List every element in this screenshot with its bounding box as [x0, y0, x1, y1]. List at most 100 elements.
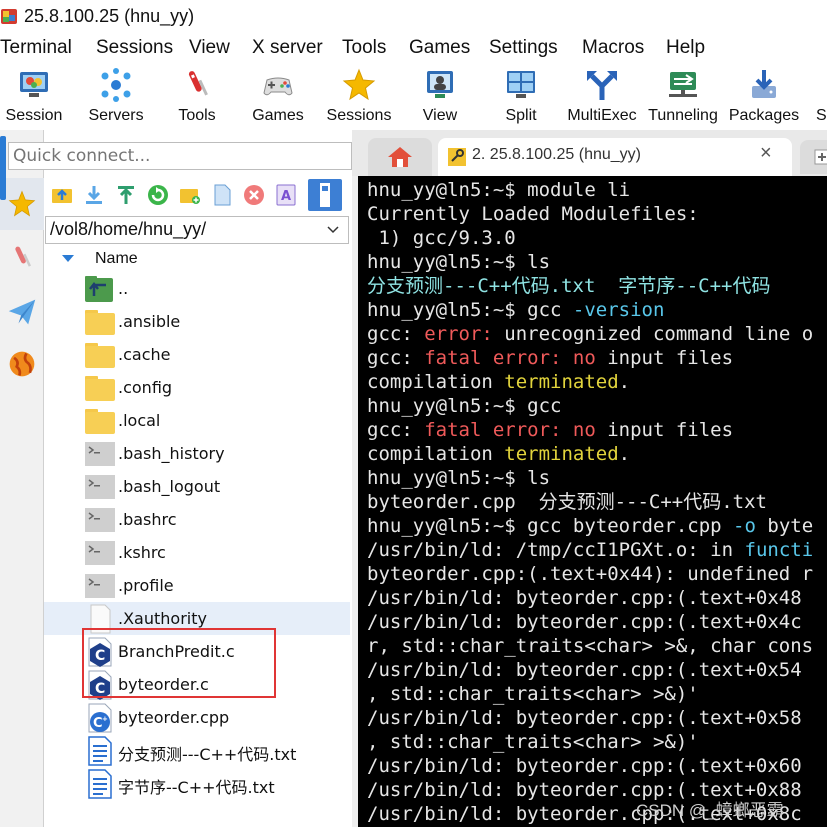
terminal-text-segment: hnu_yy@ln5:~$ gcc [367, 299, 573, 321]
file-row[interactable]: .local [44, 404, 350, 437]
terminal-text-segment: . [618, 443, 631, 465]
new-file-button[interactable] [210, 182, 234, 208]
terminal-line: hnu_yy@ln5:~$ module li [367, 178, 827, 202]
file-row[interactable]: .bashrc [44, 503, 350, 536]
multiexec-label: MultiExec [567, 107, 637, 124]
path-selector[interactable]: /vol8/home/hnu_yy/ [45, 216, 349, 244]
packages-button[interactable]: Packages [728, 62, 800, 130]
games-label: Games [252, 107, 304, 124]
terminal-line: r, std::char_traits<char> >&, char cons [367, 634, 827, 658]
file-row[interactable]: .kshrc [44, 536, 350, 569]
tunnel-icon [669, 72, 697, 97]
file-name: .. [118, 279, 129, 298]
gamepad-icon [263, 77, 293, 96]
file-panel-toolbar: A [44, 176, 350, 214]
settings-toolbar-button[interactable]: S [806, 62, 827, 130]
tunneling-button[interactable]: Tunneling [646, 62, 720, 130]
terminal-text-segment: input files [595, 419, 734, 441]
file-row[interactable]: .ansible [44, 305, 350, 338]
sessions-star-tab[interactable] [0, 178, 44, 230]
active-side-indicator [0, 136, 6, 200]
file-list-header[interactable]: Name [44, 246, 350, 272]
sessions-button[interactable]: Sessions [324, 62, 394, 130]
file-name: .Xauthority [118, 609, 207, 628]
menu-macros[interactable]: Macros [582, 37, 644, 59]
terminal-text-segment: r, std::char_traits<char> >&, char cons [367, 635, 814, 657]
terminal-file-icon [84, 505, 116, 535]
terminal-output[interactable]: hnu_yy@ln5:~$ module li Currently Loaded … [358, 176, 827, 827]
tunneling-label: Tunneling [648, 107, 718, 124]
menu-help[interactable]: Help [666, 37, 705, 59]
terminal-line: /usr/bin/ld: byteorder.cpp:(.text+0x60 [367, 754, 827, 778]
file-row[interactable]: .bash_logout [44, 470, 350, 503]
terminal-text-segment: hnu_yy@ln5:~$ ls [367, 251, 551, 273]
split-screen-icon [507, 71, 535, 98]
globe-icon [9, 351, 35, 377]
file-row[interactable]: .. [44, 272, 350, 305]
rename-button[interactable]: A [274, 182, 298, 208]
macros-side-tab[interactable] [0, 338, 44, 390]
name-column-header: Name [95, 250, 138, 267]
sftp-side-tab[interactable] [0, 286, 44, 338]
terminal-text-segment: terminated [504, 371, 619, 393]
view-label: View [422, 107, 458, 124]
session-button[interactable]: Session [0, 62, 68, 130]
terminal-line: 1) gcc/9.3.0 [367, 226, 827, 250]
quick-connect-input[interactable] [8, 142, 352, 170]
terminal-line: gcc: fatal error: no input files [367, 346, 827, 370]
terminal-follow-button[interactable] [308, 179, 342, 211]
file-row[interactable]: .config [44, 371, 350, 404]
folder-icon [84, 406, 116, 436]
terminal-line: /usr/bin/ld: /tmp/ccI1PGXt.o: in functi [367, 538, 827, 562]
user-monitor-icon [427, 71, 453, 98]
tools-side-tab[interactable] [0, 232, 44, 284]
plus-icon [814, 149, 827, 165]
refresh-button[interactable] [146, 182, 170, 208]
games-button[interactable]: Games [244, 62, 312, 130]
multiexec-button[interactable]: MultiExec [566, 62, 638, 130]
terminal-line: hnu_yy@ln5:~$ gcc [367, 394, 827, 418]
new-folder-button[interactable] [178, 182, 202, 208]
ssh-key-icon [448, 148, 466, 166]
file-row[interactable]: C + byteorder.cpp [44, 701, 350, 734]
parent-folder-icon [84, 274, 116, 304]
tools-button[interactable]: Tools [164, 62, 230, 130]
title-bar: 25.8.100.25 (hnu_yy) [0, 0, 827, 34]
terminal-text-segment: hnu_yy@ln5:~$ gcc byteorder.cpp [367, 515, 734, 537]
tab-session-2[interactable]: 2. 25.8.100.25 (hnu_yy) × [438, 138, 792, 176]
delete-button[interactable] [242, 182, 266, 208]
terminal-text-segment: compilation [367, 443, 505, 465]
file-row[interactable]: .bash_history [44, 437, 350, 470]
terminal-line: hnu_yy@ln5:~$ ls [367, 250, 827, 274]
file-row[interactable]: .cache [44, 338, 350, 371]
file-row[interactable]: .profile [44, 569, 350, 602]
menu-settings[interactable]: Settings [489, 37, 558, 59]
menu-games[interactable]: Games [409, 37, 470, 59]
menu-tools[interactable]: Tools [342, 37, 386, 59]
menu-x-server[interactable]: X server [252, 37, 323, 59]
new-tab-button[interactable] [800, 140, 827, 174]
split-button[interactable]: Split [488, 62, 554, 130]
terminal-line: gcc: error: unrecognized command line o [367, 322, 827, 346]
file-row[interactable]: 字节序--C++代码.txt [44, 767, 350, 800]
terminal-file-icon [84, 571, 116, 601]
menu-sessions[interactable]: Sessions [96, 37, 173, 59]
view-button[interactable]: View [406, 62, 474, 130]
terminal-line: hnu_yy@ln5:~$ ls [367, 466, 827, 490]
close-icon[interactable]: × [760, 142, 772, 165]
home-tab[interactable] [368, 138, 432, 176]
terminal-text-segment: functi [744, 539, 814, 561]
menu-view[interactable]: View [189, 37, 230, 59]
parent-folder-button[interactable] [50, 182, 74, 208]
file-row[interactable]: 分支预测---C++代码.txt [44, 734, 350, 767]
download-button[interactable] [82, 182, 106, 208]
terminal-line: gcc: fatal error: no input files [367, 418, 827, 442]
file-name: .profile [118, 576, 174, 595]
main-toolbar: Session Servers Tools Games Sessions Vie… [0, 62, 827, 130]
menu-terminal[interactable]: Terminal [0, 37, 72, 59]
current-path: /vol8/home/hnu_yy/ [50, 219, 207, 239]
terminal-line: /usr/bin/ld: byteorder.cpp:(.text+0x4c [367, 610, 827, 634]
servers-button[interactable]: Servers [82, 62, 150, 130]
terminal-text-segment: gcc: [367, 419, 425, 441]
upload-button[interactable] [114, 182, 138, 208]
